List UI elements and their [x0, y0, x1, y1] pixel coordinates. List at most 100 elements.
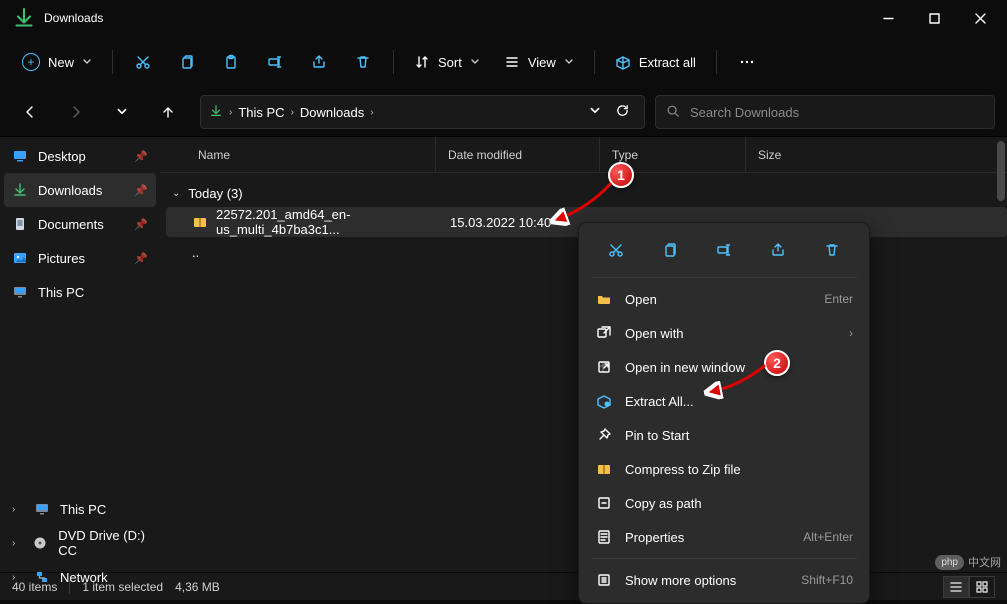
minimize-button[interactable]: [865, 0, 911, 36]
pin-icon: 📌: [134, 184, 148, 197]
app-icon: [12, 6, 36, 30]
toolbar-divider: [393, 50, 394, 74]
sort-icon: [414, 54, 430, 70]
sidebar-item-documents[interactable]: Documents📌: [0, 207, 160, 241]
download-icon: [209, 104, 223, 121]
ctx-item-open-in-new-window[interactable]: Open in new window: [585, 350, 863, 384]
document-icon: [12, 216, 28, 232]
thumbnails-view-button[interactable]: [969, 576, 995, 598]
breadcrumb-segment[interactable]: Downloads›: [300, 105, 374, 120]
paste-button[interactable]: [211, 44, 251, 80]
pin-icon: [595, 427, 613, 443]
column-date[interactable]: Date modified: [436, 137, 600, 172]
sidebar-tree-network[interactable]: ›Network: [0, 560, 160, 594]
back-button[interactable]: [12, 94, 48, 130]
ctx-item-label: Compress to Zip file: [625, 462, 741, 477]
rename-button[interactable]: [255, 44, 295, 80]
sidebar-item-label: Network: [60, 570, 108, 585]
column-name[interactable]: Name: [160, 137, 436, 172]
search-icon: [666, 104, 680, 121]
ctx-item-pin-to-start[interactable]: Pin to Start: [585, 418, 863, 452]
sidebar-item-downloads[interactable]: Downloads📌: [4, 173, 156, 207]
recent-button[interactable]: [104, 94, 140, 130]
column-headers: Name Date modified Type Size: [160, 137, 1007, 173]
ctx-item-open[interactable]: Open Enter: [585, 282, 863, 316]
scissors-icon: [135, 54, 151, 70]
annotation-callout-1: 1: [608, 162, 634, 188]
watermark-badge: php: [935, 555, 964, 570]
ctx-item-shortcut: Enter: [824, 292, 853, 306]
maximize-button[interactable]: [911, 0, 957, 36]
copy-button[interactable]: [167, 44, 207, 80]
sidebar-item-label: This PC: [60, 502, 106, 517]
ctx-cut-button[interactable]: [598, 235, 634, 265]
navigation-bar: › This PC› Downloads› Search Downloads: [0, 88, 1007, 136]
ctx-item-compress-to-zip-file[interactable]: Compress to Zip file: [585, 452, 863, 486]
watermark: php 中文网: [935, 554, 1001, 570]
sidebar-item-desktop[interactable]: Desktop📌: [0, 139, 160, 173]
titlebar: Downloads: [0, 0, 1007, 36]
sidebar-tree-dvd-drive-d-cc[interactable]: ›DVD Drive (D:) CC: [0, 526, 160, 560]
search-input[interactable]: Search Downloads: [655, 95, 995, 129]
ctx-copy-button[interactable]: [652, 235, 688, 265]
group-header[interactable]: ⌄ Today (3): [166, 179, 1007, 207]
more-icon: [595, 572, 613, 588]
zip-icon: [192, 214, 208, 230]
ctx-delete-button[interactable]: [814, 235, 850, 265]
toolbar: + New Sort View Extract all: [0, 36, 1007, 88]
cut-button[interactable]: [123, 44, 163, 80]
ctx-item-shortcut: ›: [849, 326, 853, 340]
desktop-icon: [12, 148, 28, 164]
ctx-item-label: Properties: [625, 530, 684, 545]
ctx-item-extract-all-[interactable]: Extract All...: [585, 384, 863, 418]
scrollbar-vertical[interactable]: [997, 141, 1005, 201]
column-size[interactable]: Size: [746, 137, 1007, 172]
address-bar[interactable]: › This PC› Downloads›: [200, 95, 645, 129]
refresh-button[interactable]: [615, 103, 630, 121]
sidebar-item-pictures[interactable]: Pictures📌: [0, 241, 160, 275]
ctx-item-label: Open: [625, 292, 657, 307]
sidebar-tree-this-pc[interactable]: ›This PC: [0, 492, 160, 526]
details-view-button[interactable]: [943, 576, 969, 598]
view-label: View: [528, 55, 556, 70]
ctx-item-shortcut: Shift+F10: [801, 573, 853, 587]
sidebar-item-this-pc[interactable]: This PC: [0, 275, 160, 309]
trash-icon: [355, 54, 371, 70]
toolbar-divider: [594, 50, 595, 74]
group-label: Today (3): [188, 186, 242, 201]
chevron-down-icon: ⌄: [172, 188, 180, 199]
breadcrumb-segment[interactable]: This PC›: [238, 105, 294, 120]
sort-button[interactable]: Sort: [404, 44, 490, 80]
view-button[interactable]: View: [494, 44, 584, 80]
new-button[interactable]: + New: [12, 44, 102, 80]
network-icon: [34, 569, 50, 585]
pin-icon: 📌: [134, 150, 148, 163]
ctx-share-button[interactable]: [760, 235, 796, 265]
sidebar-item-label: This PC: [38, 285, 84, 300]
sort-label: Sort: [438, 55, 462, 70]
ctx-item-copy-as-path[interactable]: Copy as path: [585, 486, 863, 520]
ctx-item-properties[interactable]: PropertiesAlt+Enter: [585, 520, 863, 554]
ctx-item-label: Open in new window: [625, 360, 745, 375]
more-button[interactable]: [727, 44, 767, 80]
annotation-callout-2: 2: [764, 350, 790, 376]
ctx-item-more[interactable]: Show more options Shift+F10: [585, 563, 863, 597]
newwin-icon: [595, 359, 613, 375]
up-button[interactable]: [150, 94, 186, 130]
rename-icon: [267, 54, 283, 70]
close-button[interactable]: [957, 0, 1003, 36]
file-date: 15.03.2022 10:40: [442, 215, 592, 230]
download-icon: [12, 182, 28, 198]
extract-all-button[interactable]: Extract all: [605, 44, 706, 80]
ctx-rename-button[interactable]: [706, 235, 742, 265]
new-label: New: [48, 55, 74, 70]
ctx-item-label: Extract All...: [625, 394, 694, 409]
chevron-right-icon: ›: [12, 538, 20, 549]
address-dropdown-icon[interactable]: [589, 105, 601, 120]
ctx-item-open-with[interactable]: Open with›: [585, 316, 863, 350]
delete-button[interactable]: [343, 44, 383, 80]
forward-button[interactable]: [58, 94, 94, 130]
status-size: 4,36 MB: [175, 580, 220, 594]
file-name: 22572.201_amd64_en-us_multi_4b7ba3c1...: [216, 207, 434, 237]
share-button[interactable]: [299, 44, 339, 80]
